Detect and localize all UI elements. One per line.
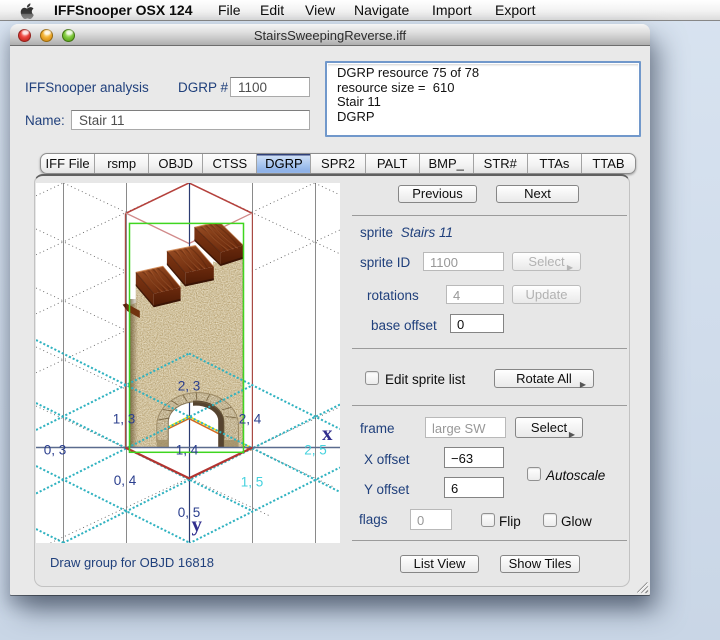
svg-text:1, 4: 1, 4 — [176, 443, 199, 458]
svg-text:0, 4: 0, 4 — [114, 473, 137, 488]
svg-text:x: x — [322, 421, 333, 445]
svg-text:2, 4: 2, 4 — [239, 412, 262, 427]
svg-text:1, 5: 1, 5 — [241, 475, 264, 490]
svg-text:0, 3: 0, 3 — [44, 443, 67, 458]
svg-text:1, 3: 1, 3 — [113, 412, 136, 427]
svg-text:2, 3: 2, 3 — [178, 379, 201, 394]
svg-text:y: y — [192, 512, 203, 536]
